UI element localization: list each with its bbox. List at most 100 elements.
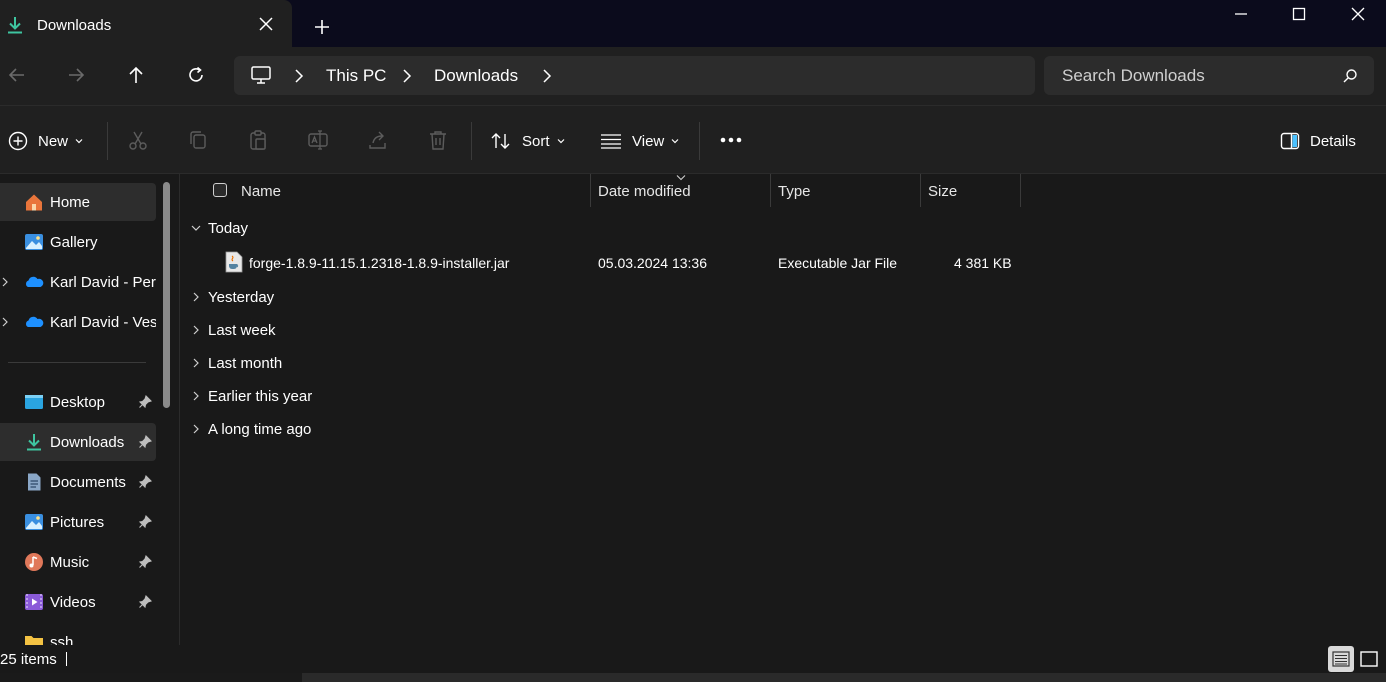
- up-icon[interactable]: [125, 64, 147, 86]
- desktop-icon: [25, 395, 43, 409]
- chevron-down-icon: [557, 139, 564, 144]
- toolbar-divider: [699, 122, 700, 160]
- sidebar-item-pictures[interactable]: Pictures: [0, 503, 156, 541]
- sidebar-scrollbar[interactable]: [163, 182, 170, 408]
- sort-label: Sort: [522, 132, 550, 150]
- status-divider: [66, 652, 67, 666]
- chevron-right-icon[interactable]: [0, 276, 10, 288]
- background-window: [302, 673, 1386, 682]
- music-icon: [25, 553, 43, 571]
- view-icon: [601, 134, 621, 149]
- pin-icon[interactable]: [138, 555, 152, 569]
- tab-downloads[interactable]: Downloads: [0, 0, 292, 47]
- back-icon[interactable]: [6, 64, 28, 86]
- column-size[interactable]: Size: [928, 183, 957, 200]
- new-tab-icon[interactable]: [312, 17, 332, 37]
- pin-icon[interactable]: [138, 435, 152, 449]
- tiles-view-button[interactable]: [1356, 646, 1382, 672]
- gallery-icon: [25, 234, 43, 250]
- sidebar-item-downloads[interactable]: Downloads: [0, 423, 156, 461]
- breadcrumb-downloads[interactable]: Downloads: [434, 66, 518, 86]
- details-pane-icon: [1280, 132, 1300, 150]
- select-all-checkbox[interactable]: [213, 183, 227, 197]
- sidebar-item-onedrive-personal[interactable]: Karl David - Pers: [0, 263, 156, 301]
- pin-icon[interactable]: [138, 595, 152, 609]
- new-label: New: [38, 132, 69, 150]
- group-label: Earlier this year: [208, 388, 313, 405]
- status-bar: 25 items: [0, 645, 1386, 673]
- tab-bar: Downloads: [0, 0, 1386, 47]
- group-label: Last week: [208, 322, 276, 339]
- pin-icon[interactable]: [138, 475, 152, 489]
- file-size: 4 381 KB: [954, 255, 1012, 271]
- breadcrumb[interactable]: This PC Downloads: [234, 56, 1035, 95]
- refresh-icon[interactable]: [185, 64, 207, 86]
- sidebar-item-ssh[interactable]: ssh: [0, 623, 156, 645]
- close-window-icon[interactable]: [1347, 3, 1369, 25]
- cut-icon[interactable]: [127, 129, 149, 151]
- forward-icon[interactable]: [65, 64, 87, 86]
- sidebar-item-documents[interactable]: Documents: [0, 463, 156, 501]
- address-row: This PC Downloads Search Downloads: [0, 47, 1386, 105]
- search-box[interactable]: Search Downloads: [1044, 56, 1374, 95]
- chevron-right-icon[interactable]: [292, 68, 306, 84]
- sidebar-item-label: Karl David - Pers: [50, 274, 156, 291]
- more-options-icon[interactable]: [719, 136, 743, 144]
- delete-icon[interactable]: [427, 129, 449, 151]
- sidebar-item-home[interactable]: Home: [0, 183, 156, 221]
- chevron-right-icon[interactable]: [400, 68, 414, 84]
- chevron-right-icon: [193, 292, 199, 302]
- table-row[interactable]: forge-1.8.9-11.15.1.2318-1.8.9-installer…: [180, 248, 1386, 278]
- file-type: Executable Jar File: [778, 255, 898, 271]
- chevron-down-icon: [671, 139, 679, 144]
- chevron-down-icon: [75, 139, 83, 144]
- maximize-icon[interactable]: [1288, 3, 1310, 25]
- details-view-button[interactable]: [1328, 646, 1354, 672]
- videos-icon: [25, 594, 43, 610]
- sidebar-item-music[interactable]: Music: [0, 543, 156, 581]
- add-circle-icon: [8, 131, 28, 151]
- column-type[interactable]: Type: [778, 183, 811, 200]
- chevron-right-icon: [193, 424, 199, 434]
- group-label: Last month: [208, 355, 283, 372]
- chevron-right-icon: [193, 325, 199, 335]
- search-icon[interactable]: [1342, 68, 1358, 84]
- sidebar-divider: [8, 362, 146, 363]
- sidebar-item-videos[interactable]: Videos: [0, 583, 156, 621]
- pin-icon[interactable]: [138, 395, 152, 409]
- toolbar-divider: [107, 122, 108, 160]
- chevron-right-icon[interactable]: [0, 316, 10, 328]
- details-pane-button[interactable]: Details: [1280, 129, 1356, 153]
- column-divider[interactable]: [920, 174, 921, 207]
- chevron-right-icon[interactable]: [540, 68, 554, 84]
- file-date-modified: 05.03.2024 13:36: [598, 255, 707, 271]
- file-list: Name Date modified Type Size Today forge…: [180, 174, 1386, 645]
- details-view-icon: [1332, 651, 1350, 667]
- minimize-icon[interactable]: [1230, 3, 1252, 25]
- column-divider[interactable]: [770, 174, 771, 207]
- download-icon: [27, 434, 41, 451]
- breadcrumb-this-pc[interactable]: This PC: [326, 66, 386, 86]
- column-date-modified[interactable]: Date modified: [598, 183, 691, 200]
- sidebar-item-gallery[interactable]: Gallery: [0, 223, 156, 261]
- pin-icon[interactable]: [138, 515, 152, 529]
- chevron-right-icon: [193, 391, 199, 401]
- column-divider[interactable]: [1020, 174, 1021, 207]
- rename-icon[interactable]: [307, 129, 329, 151]
- onedrive-icon: [26, 316, 44, 327]
- share-icon[interactable]: [367, 129, 389, 151]
- column-divider[interactable]: [590, 174, 591, 207]
- copy-icon[interactable]: [187, 129, 209, 151]
- sidebar-item-label: Karl David - Ves: [50, 314, 156, 331]
- close-tab-icon[interactable]: [256, 14, 276, 34]
- column-name[interactable]: Name: [241, 183, 281, 200]
- sort-button[interactable]: Sort: [490, 129, 566, 153]
- paste-icon[interactable]: [247, 129, 269, 151]
- sidebar-item-onedrive-ves[interactable]: Karl David - Ves: [0, 303, 156, 341]
- sidebar-item-desktop[interactable]: Desktop: [0, 383, 156, 421]
- search-input[interactable]: Search Downloads: [1062, 66, 1205, 86]
- new-button[interactable]: New: [8, 129, 84, 153]
- computer-icon[interactable]: [250, 65, 272, 85]
- view-label: View: [632, 132, 665, 150]
- view-button[interactable]: View: [600, 129, 680, 153]
